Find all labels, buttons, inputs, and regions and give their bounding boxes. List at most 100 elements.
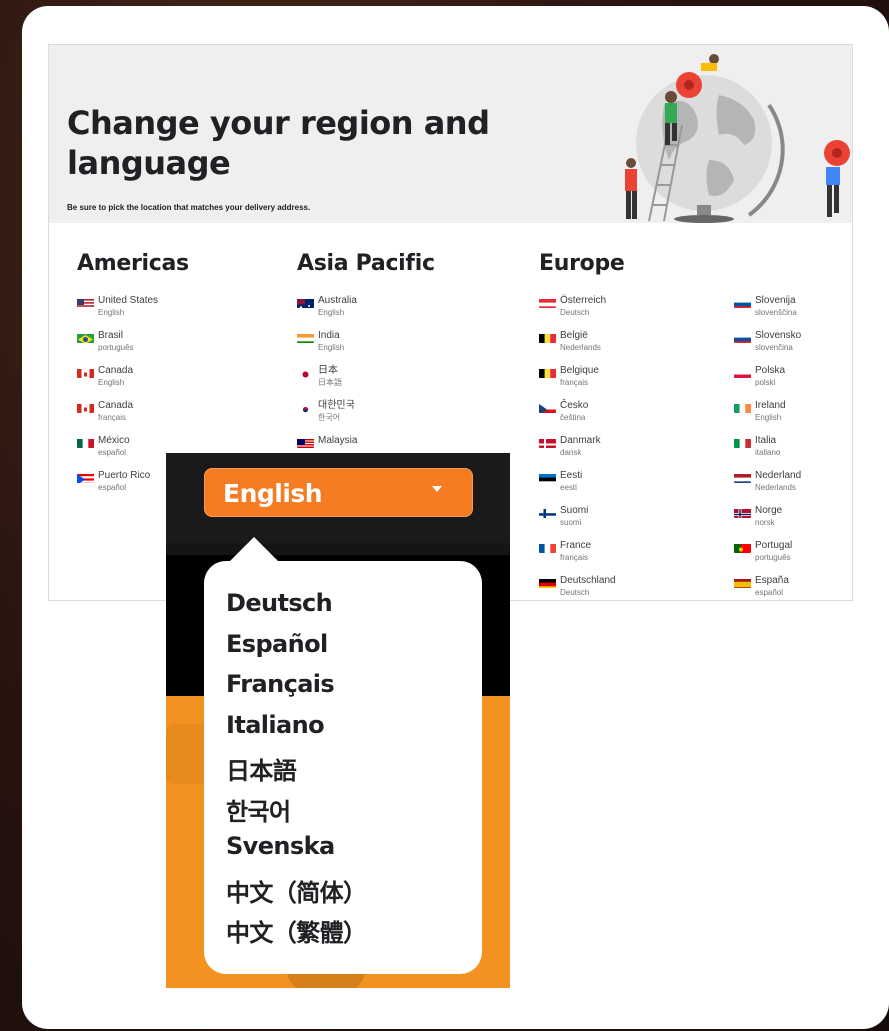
ee-flag-icon: [539, 472, 556, 483]
region-option-be[interactable]: België Nederlands: [539, 330, 719, 360]
region-name: Polska: [755, 365, 786, 376]
region-name: Deutschland: [560, 575, 616, 586]
region-option-jp[interactable]: 日本 日本語: [297, 365, 477, 395]
region-option-fi[interactable]: Suomi suomi: [539, 505, 719, 535]
region-option-be[interactable]: Belgique français: [539, 365, 719, 395]
region-language: français: [98, 413, 127, 422]
region-option-at[interactable]: Österreich Deutsch: [539, 295, 719, 325]
region-option-ie[interactable]: Ireland English: [734, 400, 889, 430]
fr-flag-icon: [539, 542, 556, 553]
region-language: slovenščina: [755, 308, 797, 317]
region-language: polski: [755, 378, 776, 387]
region-name: México: [98, 435, 130, 446]
pl-flag-icon: [734, 367, 751, 378]
region-language: español: [98, 448, 127, 457]
language-select-button[interactable]: English: [204, 468, 473, 517]
region-name: Eesti: [560, 470, 583, 481]
cz-flag-icon: [539, 402, 556, 413]
in-flag-icon: [297, 332, 314, 343]
region-option-ca[interactable]: Canada English: [77, 365, 257, 395]
region-option-ee[interactable]: Eesti eesti: [539, 470, 719, 500]
region-option-si[interactable]: Slovenija slovenščina: [734, 295, 889, 325]
jp-flag-icon: [297, 367, 314, 378]
region-option-de[interactable]: Deutschland Deutsch: [539, 575, 719, 605]
region-heading-europe: Europe: [539, 251, 625, 276]
region-language: español: [98, 483, 127, 492]
region-option-in[interactable]: India English: [297, 330, 477, 360]
language-option[interactable]: Svenska: [226, 832, 335, 860]
region-name: Puerto Rico: [98, 470, 151, 481]
region-language: English: [755, 413, 782, 422]
region-option-cz[interactable]: Česko čeština: [539, 400, 719, 430]
region-heading-americas: Americas: [77, 251, 189, 276]
region-name: Portugal: [755, 540, 793, 551]
language-option[interactable]: Español: [226, 630, 328, 658]
region-language: English: [318, 343, 345, 352]
region-option-au[interactable]: Australia English: [297, 295, 477, 325]
my-flag-icon: [297, 437, 314, 448]
language-menu: Deutsch Español Français Italiano 日本語 한국어 Sven…: [204, 561, 482, 974]
region-option-br[interactable]: Brasil português: [77, 330, 257, 360]
region-language: dansk: [560, 448, 582, 457]
language-option[interactable]: Français: [226, 670, 335, 698]
region-option-ca[interactable]: Canada français: [77, 400, 257, 430]
language-option[interactable]: 中文（繁體）: [226, 913, 367, 948]
region-name: Slovensko: [755, 330, 802, 341]
globe-illustration: [569, 45, 852, 223]
region-language: norsk: [755, 518, 775, 527]
region-language: English: [318, 308, 345, 317]
region-option-fr[interactable]: France français: [539, 540, 719, 570]
no-flag-icon: [734, 507, 751, 518]
region-option-no[interactable]: Norge norsk: [734, 505, 889, 535]
region-name: België: [560, 330, 588, 341]
si-flag-icon: [734, 297, 751, 308]
us-flag-icon: [77, 297, 94, 308]
region-name: United States: [98, 295, 159, 306]
region-option-nl[interactable]: Nederland Nederlands: [734, 470, 889, 500]
selected-language: English: [223, 479, 323, 508]
be-flag-icon: [539, 367, 556, 378]
region-language: slovenčina: [755, 343, 793, 352]
menu-pointer: [228, 537, 280, 563]
region-name: 日本: [318, 365, 338, 376]
kr-flag-icon: [297, 402, 314, 413]
region-name: Slovenija: [755, 295, 796, 306]
region-option-es[interactable]: España español: [734, 575, 889, 605]
region-name: Belgique: [560, 365, 599, 376]
region-name: Ireland: [755, 400, 786, 411]
language-option[interactable]: Italiano: [226, 711, 325, 739]
region-language: Deutsch: [560, 588, 590, 597]
region-option-dk[interactable]: Danmark dansk: [539, 435, 719, 465]
ca-flag-icon: [77, 402, 94, 413]
region-option-kr[interactable]: 대한민국 한국어: [297, 400, 477, 430]
region-language: Deutsch: [560, 308, 590, 317]
region-name: Canada: [98, 400, 134, 411]
region-name: España: [755, 575, 789, 586]
region-name: Malaysia: [318, 435, 358, 446]
region-name: Nederland: [755, 470, 802, 481]
region-language: Nederlands: [755, 483, 796, 492]
region-option-sk[interactable]: Slovensko slovenčina: [734, 330, 889, 360]
region-option-pl[interactable]: Polska polski: [734, 365, 889, 395]
br-flag-icon: [77, 332, 94, 343]
nl-flag-icon: [734, 472, 751, 483]
region-option-pt[interactable]: Portugal português: [734, 540, 889, 570]
hero-banner: Change your region and language Be sure …: [49, 45, 852, 223]
region-language: suomi: [560, 518, 582, 527]
it-flag-icon: [734, 437, 751, 448]
ca-flag-icon: [77, 367, 94, 378]
region-name: Norge: [755, 505, 783, 516]
language-dropdown-overlay: English Deutsch Español Français Italiano 日本…: [166, 453, 510, 988]
at-flag-icon: [539, 297, 556, 308]
region-option-it[interactable]: Italia italiano: [734, 435, 889, 465]
language-option[interactable]: 한국어: [226, 792, 291, 827]
region-option-us[interactable]: United States English: [77, 295, 257, 325]
language-option[interactable]: Deutsch: [226, 589, 333, 617]
page-title: Change your region and language: [67, 104, 490, 182]
region-name: Canada: [98, 365, 134, 376]
region-language: français: [560, 378, 589, 387]
fi-flag-icon: [539, 507, 556, 518]
language-option[interactable]: 日本語: [226, 751, 297, 786]
language-option[interactable]: 中文（简体）: [226, 873, 367, 908]
region-language: français: [560, 553, 589, 562]
